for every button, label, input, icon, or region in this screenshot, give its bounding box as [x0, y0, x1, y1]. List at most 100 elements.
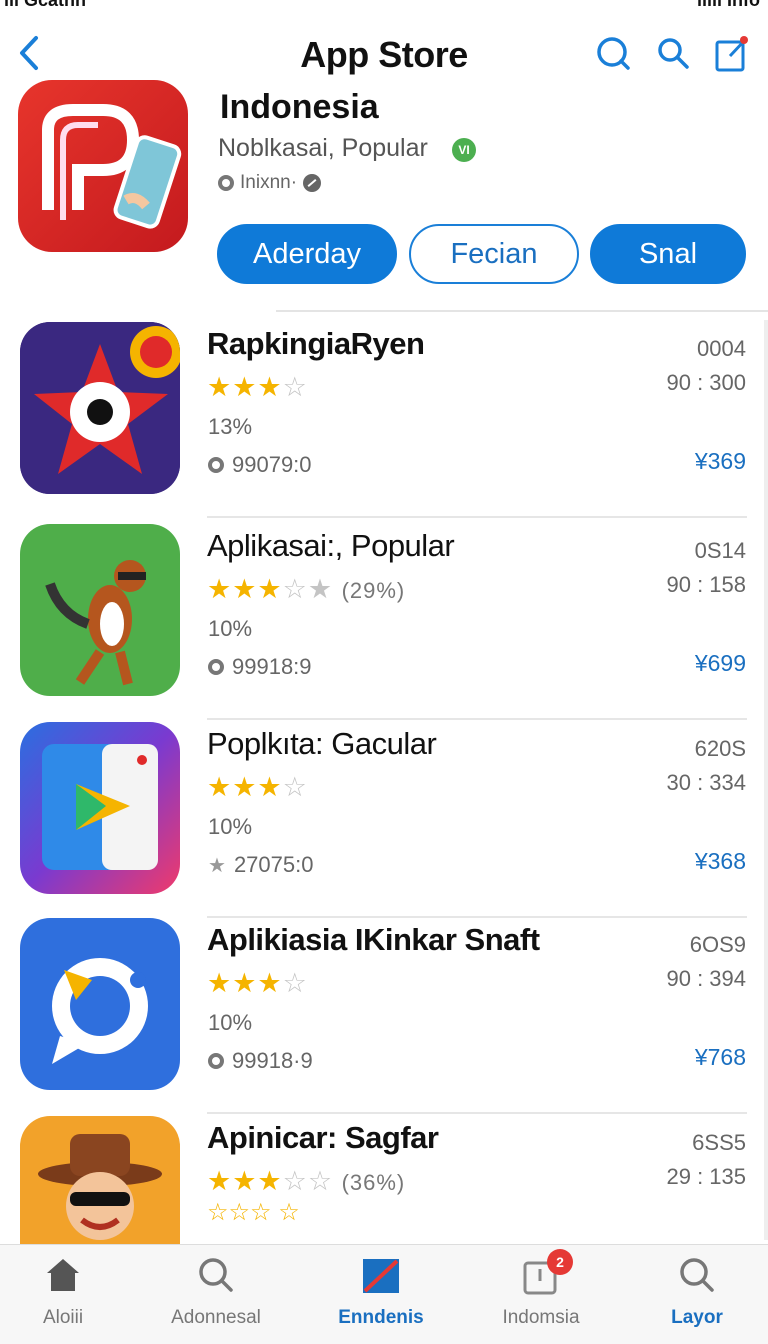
downloads-value: 99918·9: [232, 1048, 313, 1073]
app-time: 90 : 158: [666, 572, 746, 597]
app-name: RapkingiaRyen: [207, 326, 425, 361]
empty-stars: ☆: [282, 372, 308, 402]
rating-stars: ★★★☆★ (29%): [207, 574, 405, 605]
hero-title: Indonesia: [220, 88, 379, 126]
search-icon: [597, 37, 630, 70]
animal-character-icon: [20, 524, 180, 696]
empty-stars: ☆: [282, 772, 308, 802]
rating-stars: ★★★☆: [207, 968, 308, 999]
price-button[interactable]: ¥768: [695, 1044, 746, 1071]
filled-stars: ★★★: [207, 772, 283, 802]
gear-icon: [218, 175, 234, 191]
price-button[interactable]: ¥369: [695, 448, 746, 475]
extra-stars: ☆☆☆ ☆: [207, 1199, 300, 1226]
app-time: 29 : 135: [666, 1164, 746, 1189]
downloads: 99079:0: [208, 452, 312, 478]
divider: [276, 310, 768, 312]
featured-app-icon[interactable]: [18, 80, 188, 252]
tab-updates[interactable]: 2 Indomsia: [466, 1249, 616, 1329]
gear-icon: [208, 659, 224, 675]
row-divider: [207, 516, 747, 518]
rating-percent: (36%): [341, 1170, 406, 1195]
filled-stars: ★★★: [207, 968, 283, 998]
empty-stars: ☆: [282, 968, 308, 998]
rating-stars: ★★★☆: [207, 772, 308, 803]
compose-button[interactable]: [712, 34, 752, 74]
list-item[interactable]: RapkingiaRyen ★★★☆ 13% 99079:0 0004 90 :…: [0, 318, 768, 518]
app-code: 0004: [697, 336, 746, 361]
app-logo-icon: [42, 104, 182, 229]
navigation-bar: App Store: [0, 24, 768, 84]
app-name: Apinicar: Sagfar: [207, 1120, 439, 1155]
app-name: Aplikasai:, Popular: [207, 528, 455, 563]
disabled-icon: [303, 174, 322, 192]
filled-stars: ★★★: [207, 372, 283, 402]
status-bar: ııl Gcatnn ııııl Info: [0, 0, 768, 14]
rating-stars: ★★★☆☆ (36%): [207, 1166, 405, 1197]
star-icon: ★: [208, 854, 226, 877]
rating-stars: ★★★☆: [207, 372, 308, 403]
price-button[interactable]: ¥699: [695, 650, 746, 677]
empty-stars: ☆☆: [282, 1166, 334, 1196]
price-button[interactable]: ¥368: [695, 848, 746, 875]
app-name: Aplikiasia IKinkar Snaft: [207, 922, 540, 957]
filled-stars: ★★★: [207, 1166, 283, 1196]
page-title: App Store: [300, 34, 468, 75]
tab-bar: Aloiii Adonnesal Enndenis 2 Indomsia Lay: [0, 1244, 768, 1344]
list-item[interactable]: Aplikiasia IKinkar Snaft ★★★☆ 10% 99918·…: [0, 914, 768, 1114]
empty-stars: ☆★: [282, 574, 334, 604]
tab-label: Enndenis: [338, 1307, 424, 1328]
downloads-value: 99918:9: [232, 654, 312, 679]
hero-subtitle: Noblkasai, Popular: [218, 134, 428, 162]
hero-meta: Inixnn·: [218, 172, 322, 194]
app-icon: [20, 918, 180, 1090]
app-code: 620S: [694, 736, 746, 761]
percent-label: 13%: [208, 414, 253, 439]
search-icon: [199, 1258, 233, 1292]
percent-label: 10%: [208, 1010, 253, 1035]
tab-label: Aloiii: [42, 1307, 84, 1328]
filter-button-3[interactable]: Snal: [590, 224, 746, 284]
app-code: 6SS5: [692, 1130, 746, 1155]
play-icon: [20, 722, 180, 894]
gear-icon: [208, 457, 224, 473]
downloads: ★ 27075:0: [208, 852, 313, 878]
tab-search[interactable]: Adonnesal: [141, 1255, 291, 1329]
search-button[interactable]: [594, 34, 634, 74]
star-eye-icon: [20, 322, 180, 494]
app-time: 30 : 334: [666, 770, 746, 795]
tab-label: Adonnesal: [171, 1307, 261, 1328]
list-item[interactable]: Aplikasai:, Popular ★★★☆★ (29%) 10% 9991…: [0, 520, 768, 720]
list-item[interactable]: Poplkıta: Gacular ★★★☆ 10% ★ 27075:0 620S…: [0, 718, 768, 918]
tab-layor[interactable]: Layor: [622, 1255, 768, 1329]
gear-icon: [208, 1053, 224, 1069]
app-time: 90 : 394: [666, 966, 746, 991]
filter-button-1[interactable]: Aderday: [217, 224, 397, 284]
hero-meta-text: Inixnn·: [240, 172, 298, 193]
tab-featured[interactable]: Enndenis: [306, 1255, 456, 1329]
compose-icon: [715, 36, 748, 72]
downloads-value: 27075:0: [233, 852, 314, 877]
rating-percent: (29%): [341, 578, 406, 603]
filter-button-2[interactable]: Fecian: [409, 224, 579, 284]
search-icon: [680, 1258, 714, 1292]
filled-stars: ★★★: [207, 574, 283, 604]
app-time: 90 : 300: [666, 370, 746, 395]
tab-label: Layor: [671, 1307, 723, 1328]
downloads-value: 99079:0: [232, 452, 312, 477]
downloads: 99918·9: [208, 1048, 313, 1074]
search-button-2[interactable]: [654, 34, 694, 74]
percent-label: 10%: [208, 814, 253, 839]
downloads: 99918:9: [208, 654, 312, 680]
search-icon: [658, 38, 689, 69]
app-icon: [20, 524, 180, 696]
status-right: ııııl Info: [697, 0, 760, 10]
updates-icon-wrap: 2: [521, 1249, 573, 1295]
verified-badge: VI: [452, 138, 476, 162]
tab-home[interactable]: Aloiii: [0, 1255, 138, 1329]
notification-badge: 2: [547, 1249, 573, 1275]
app-code: 6OS9: [689, 932, 746, 957]
percent-label: 10%: [208, 616, 253, 641]
chat-bubble-icon: [20, 918, 180, 1090]
app-code: 0S14: [694, 538, 746, 563]
